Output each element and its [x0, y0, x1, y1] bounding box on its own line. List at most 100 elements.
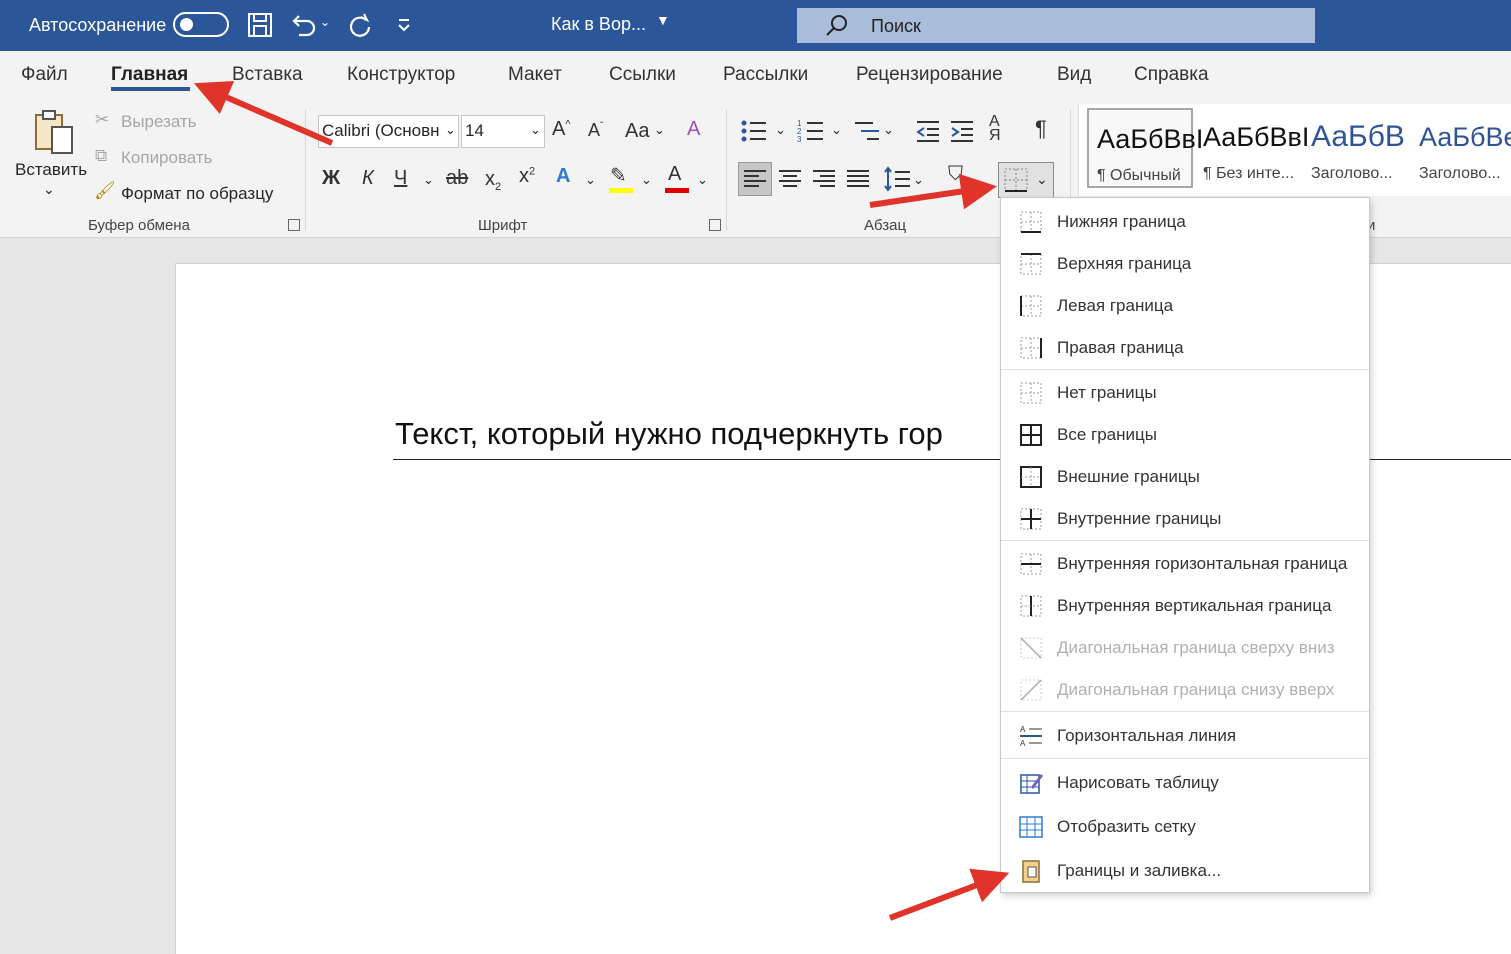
- italic-button[interactable]: К: [362, 167, 374, 190]
- tab-references[interactable]: Ссылки: [609, 64, 676, 86]
- tab-review[interactable]: Рецензирование: [856, 64, 1003, 86]
- clear-formatting-icon[interactable]: A: [687, 118, 700, 141]
- highlight-icon[interactable]: ✎: [610, 163, 627, 188]
- bullets-icon[interactable]: [740, 118, 768, 144]
- text-effects-icon[interactable]: A: [556, 165, 570, 188]
- diagonal-up-border-icon: [1020, 679, 1042, 701]
- style-heading-1[interactable]: АаБбВ Заголово...: [1303, 108, 1409, 188]
- numbering-dropdown-icon[interactable]: ⌄: [831, 122, 842, 138]
- tab-home[interactable]: Главная: [111, 64, 188, 86]
- borders-menu-item[interactable]: A A Горизонтальная линия: [1001, 716, 1369, 756]
- borders-menu-item[interactable]: Диагональная граница снизу вверх: [1001, 670, 1369, 710]
- font-color-bar: [665, 188, 689, 193]
- borders-menu-item-label: Диагональная граница снизу вверх: [1057, 680, 1335, 699]
- borders-menu-item[interactable]: Нижняя граница: [1001, 202, 1369, 242]
- borders-menu-item-label: Правая граница: [1057, 338, 1184, 357]
- style-normal[interactable]: АаБбВвI ¶ Обычный: [1087, 108, 1203, 188]
- borders-menu-item[interactable]: Внутренние границы: [1001, 499, 1369, 539]
- borders-menu-item[interactable]: Границы и заливка...: [1001, 851, 1369, 891]
- highlight-dropdown-icon[interactable]: ⌄: [641, 172, 652, 188]
- group-separator: [726, 109, 727, 231]
- redo-icon[interactable]: [346, 11, 374, 39]
- title-bar: Автосохранение ⌄ Как в Вор... ▼ Поиск: [0, 0, 1511, 51]
- customize-qat-icon[interactable]: [393, 11, 421, 39]
- change-case-button[interactable]: Aa: [625, 120, 649, 143]
- format-painter-button[interactable]: Формат по образцу: [121, 184, 273, 204]
- multilevel-list-icon[interactable]: [853, 118, 881, 144]
- shrink-font-icon[interactable]: Aˇ: [588, 120, 603, 141]
- font-color-dropdown-icon[interactable]: ⌄: [697, 172, 708, 188]
- strikethrough-button[interactable]: ab: [446, 167, 468, 190]
- increase-indent-icon[interactable]: [949, 118, 975, 144]
- undo-icon[interactable]: [289, 11, 317, 39]
- search-box[interactable]: Поиск: [797, 8, 1315, 43]
- align-left-button[interactable]: [738, 162, 772, 196]
- format-painter-icon[interactable]: 🖌: [94, 181, 116, 201]
- style-no-spacing[interactable]: АаБбВвI ¶ Без инте...: [1195, 108, 1309, 188]
- shading-icon[interactable]: ⛉: [948, 163, 963, 186]
- borders-menu-item[interactable]: Внешние границы: [1001, 457, 1369, 497]
- align-center-icon[interactable]: [775, 163, 805, 195]
- font-color-icon[interactable]: A: [668, 163, 681, 186]
- borders-menu-item[interactable]: Верхняя граница: [1001, 244, 1369, 284]
- line-spacing-dropdown-icon[interactable]: ⌄: [913, 172, 924, 188]
- sort-icon[interactable]: AЯ: [989, 114, 1001, 144]
- underline-dropdown-icon[interactable]: ⌄: [423, 172, 434, 188]
- borders-menu-item[interactable]: Отобразить сетку: [1001, 807, 1369, 847]
- font-size-dropdown-icon[interactable]: ⌄: [530, 122, 541, 138]
- line-spacing-icon[interactable]: [883, 163, 911, 195]
- tab-file[interactable]: Файл: [21, 64, 68, 86]
- borders-button[interactable]: ⌄: [998, 162, 1054, 198]
- borders-menu-item[interactable]: Нарисовать таблицу: [1001, 763, 1369, 803]
- copy-button[interactable]: Копировать: [121, 148, 213, 168]
- copy-icon[interactable]: ⧉: [95, 146, 107, 166]
- multilevel-dropdown-icon[interactable]: ⌄: [883, 122, 894, 138]
- borders-menu-item[interactable]: Левая граница: [1001, 286, 1369, 326]
- text-effects-dropdown-icon[interactable]: ⌄: [585, 172, 596, 188]
- cut-button[interactable]: Вырезать: [121, 112, 197, 132]
- menu-separator: [1001, 758, 1369, 759]
- font-name-dropdown-icon[interactable]: ⌄: [445, 122, 456, 138]
- borders-menu-item[interactable]: Нет границы: [1001, 373, 1369, 413]
- tab-help[interactable]: Справка: [1134, 64, 1209, 86]
- tab-insert[interactable]: Вставка: [232, 64, 303, 86]
- borders-menu-item-label: Внешние границы: [1057, 467, 1200, 486]
- style-heading-2[interactable]: АаБбВе Заголово...: [1411, 108, 1511, 188]
- paste-icon[interactable]: [30, 109, 78, 157]
- borders-menu-item[interactable]: Все границы: [1001, 415, 1369, 455]
- autosave-toggle[interactable]: [173, 12, 229, 37]
- font-launcher-icon[interactable]: [709, 219, 721, 231]
- borders-menu-item[interactable]: Внутренняя вертикальная граница: [1001, 586, 1369, 626]
- font-name-select[interactable]: Calibri (Основн: [318, 115, 459, 148]
- tab-mailings[interactable]: Рассылки: [723, 64, 808, 86]
- paste-dropdown-icon[interactable]: ⌄: [43, 181, 55, 198]
- grow-font-icon[interactable]: A^: [552, 118, 571, 141]
- underline-button[interactable]: Ч: [394, 167, 407, 190]
- style-sample: АаБбВ: [1311, 120, 1405, 153]
- justify-icon[interactable]: [843, 163, 873, 195]
- bullets-dropdown-icon[interactable]: ⌄: [775, 122, 786, 138]
- superscript-icon[interactable]: x2: [519, 165, 535, 188]
- align-right-icon[interactable]: [809, 163, 839, 195]
- decrease-indent-icon[interactable]: [915, 118, 941, 144]
- borders-menu-item[interactable]: Диагональная граница сверху вниз: [1001, 628, 1369, 668]
- inside-vertical-border-icon: [1020, 595, 1042, 617]
- clipboard-launcher-icon[interactable]: [288, 219, 300, 231]
- bold-button[interactable]: Ж: [322, 167, 340, 190]
- cut-icon[interactable]: ✂: [95, 110, 109, 130]
- document-text[interactable]: Текст, который нужно подчеркнуть гор: [395, 416, 943, 452]
- tab-design[interactable]: Конструктор: [347, 64, 455, 86]
- borders-menu-item[interactable]: Правая граница: [1001, 328, 1369, 368]
- chevron-down-icon[interactable]: ▼: [656, 12, 670, 28]
- save-icon[interactable]: [246, 11, 274, 39]
- document-title[interactable]: Как в Вор...: [551, 14, 646, 35]
- paste-button[interactable]: Вставить: [15, 160, 87, 180]
- tab-layout[interactable]: Макет: [508, 64, 562, 86]
- show-formatting-marks-button[interactable]: ¶: [1035, 116, 1047, 142]
- numbering-icon[interactable]: 123: [797, 118, 825, 144]
- borders-menu-item[interactable]: Внутренняя горизонтальная граница: [1001, 544, 1369, 584]
- change-case-dropdown-icon[interactable]: ⌄: [654, 122, 665, 138]
- undo-dropdown-icon[interactable]: ⌄: [320, 15, 330, 29]
- tab-view[interactable]: Вид: [1057, 64, 1091, 86]
- subscript-icon[interactable]: x2: [485, 168, 501, 193]
